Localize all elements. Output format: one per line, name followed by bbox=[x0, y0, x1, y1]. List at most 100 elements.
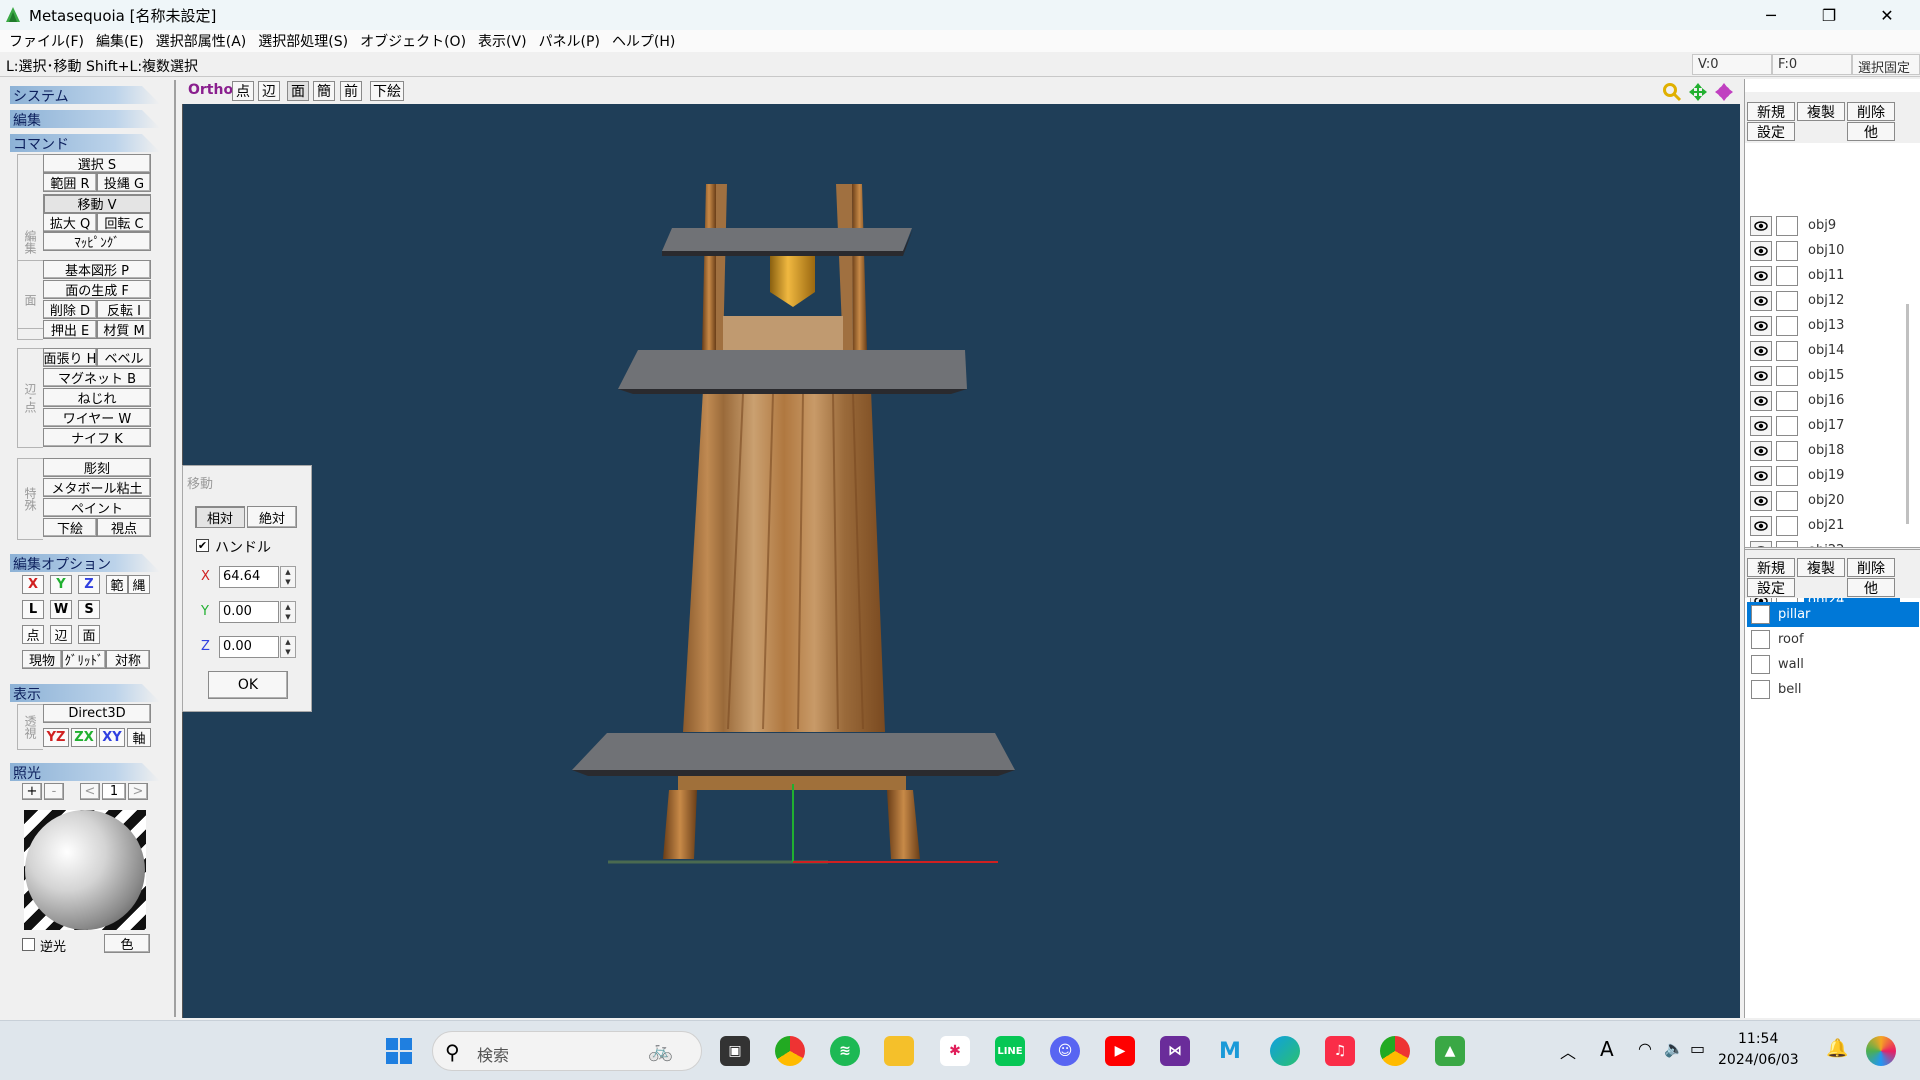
object-delete-button[interactable]: 削除 bbox=[1847, 102, 1895, 121]
battery-icon[interactable]: ▭ bbox=[1690, 1039, 1705, 1058]
absolute-tab[interactable]: 絶対 bbox=[247, 506, 297, 528]
ortho-toggle[interactable]: Ortho bbox=[188, 82, 233, 98]
object-row[interactable]: obj20 bbox=[1747, 488, 1919, 513]
menu-selection-process[interactable]: 選択部処理(S) bbox=[255, 31, 357, 51]
menu-panel[interactable]: パネル(P) bbox=[536, 31, 609, 51]
pan-icon[interactable] bbox=[1688, 82, 1708, 102]
lock-toggle[interactable] bbox=[1776, 465, 1798, 486]
object-name[interactable]: obj11 bbox=[1804, 266, 1900, 285]
lock-toggle[interactable] bbox=[1776, 515, 1798, 536]
handle-checkbox[interactable]: ✔ bbox=[196, 539, 209, 552]
lock-toggle[interactable] bbox=[1776, 265, 1798, 286]
x-field[interactable]: 64.64 bbox=[219, 566, 279, 588]
ok-button[interactable]: OK bbox=[208, 671, 288, 699]
object-row[interactable]: obj18 bbox=[1747, 438, 1919, 463]
point-select-toggle[interactable]: 点 bbox=[22, 625, 44, 644]
select-button[interactable]: 選択 S bbox=[43, 154, 151, 173]
discord-icon[interactable]: ☺ bbox=[1050, 1036, 1080, 1066]
material-row[interactable]: pillar bbox=[1747, 602, 1919, 627]
material-button[interactable]: 材質 M bbox=[97, 320, 151, 339]
close-button[interactable]: ✕ bbox=[1858, 0, 1916, 30]
chrome-icon[interactable] bbox=[775, 1036, 805, 1066]
eye-icon[interactable] bbox=[1750, 240, 1772, 261]
volume-icon[interactable]: 🔈 bbox=[1664, 1039, 1684, 1058]
object-name[interactable]: obj17 bbox=[1804, 416, 1900, 435]
eye-icon[interactable] bbox=[1750, 265, 1772, 286]
eye-icon[interactable] bbox=[1750, 515, 1772, 536]
relative-tab[interactable]: 相対 bbox=[195, 506, 245, 528]
face-generate-button[interactable]: 面の生成 F bbox=[43, 280, 151, 299]
lock-toggle[interactable] bbox=[1776, 365, 1798, 386]
clock-date[interactable]: 2024/06/03 bbox=[1718, 1052, 1799, 1068]
material-checkbox[interactable] bbox=[1751, 655, 1770, 674]
lock-toggle[interactable] bbox=[1776, 490, 1798, 511]
x-spinner[interactable]: ▲ ▼ bbox=[280, 566, 296, 588]
maximize-button[interactable]: ❐ bbox=[1800, 0, 1858, 30]
chrome-profile-icon[interactable] bbox=[1380, 1036, 1410, 1066]
material-settings-button[interactable]: 設定 bbox=[1747, 578, 1795, 597]
taskbar-search[interactable]: ⚲ 検索 🚲 bbox=[432, 1031, 702, 1071]
object-row[interactable]: obj14 bbox=[1747, 338, 1919, 363]
range-button[interactable]: 範囲 R bbox=[43, 173, 97, 192]
twist-button[interactable]: ねじれ bbox=[43, 388, 151, 407]
object-name[interactable]: obj9 bbox=[1804, 216, 1900, 235]
object-name[interactable]: obj21 bbox=[1804, 516, 1900, 535]
object-name[interactable]: obj10 bbox=[1804, 241, 1900, 260]
backlight-checkbox[interactable] bbox=[22, 938, 35, 951]
object-settings-button[interactable]: 設定 bbox=[1747, 122, 1795, 141]
material-copy-button[interactable]: 複製 bbox=[1797, 558, 1845, 577]
world-toggle[interactable]: W bbox=[50, 600, 72, 619]
menu-view[interactable]: 表示(V) bbox=[475, 31, 536, 51]
copilot-icon[interactable] bbox=[1866, 1036, 1896, 1066]
view-front-toggle[interactable]: 前 bbox=[340, 81, 362, 101]
object-row[interactable]: obj9 bbox=[1747, 213, 1919, 238]
selection-lock-button[interactable]: 選択固定 bbox=[1852, 54, 1920, 76]
material-new-button[interactable]: 新規 bbox=[1747, 558, 1795, 577]
menu-object[interactable]: オブジェクト(O) bbox=[357, 31, 475, 51]
spotify-icon[interactable]: ≋ bbox=[830, 1036, 860, 1066]
mapping-button[interactable]: ﾏｯﾋﾟﾝｸﾞ bbox=[43, 232, 151, 251]
task-view-icon[interactable]: ▣ bbox=[720, 1036, 750, 1066]
light-next-button[interactable]: > bbox=[128, 783, 148, 800]
grid-toggle[interactable]: ｸﾞﾘｯﾄﾞ bbox=[62, 650, 106, 669]
object-name[interactable]: obj16 bbox=[1804, 391, 1900, 410]
zoom-icon[interactable] bbox=[1662, 82, 1682, 102]
object-row[interactable]: obj10 bbox=[1747, 238, 1919, 263]
line-icon[interactable]: LINE bbox=[995, 1036, 1025, 1066]
menu-help[interactable]: ヘルプ(H) bbox=[609, 31, 684, 51]
flip-button[interactable]: 反転 I bbox=[97, 300, 151, 319]
screen-toggle[interactable]: S bbox=[78, 600, 100, 619]
object-row[interactable]: obj13 bbox=[1747, 313, 1919, 338]
menu-file[interactable]: ファイル(F) bbox=[6, 31, 93, 51]
eye-icon[interactable] bbox=[1750, 290, 1772, 311]
edge-select-toggle[interactable]: 辺 bbox=[50, 625, 72, 644]
scale-button[interactable]: 拡大 Q bbox=[43, 213, 97, 232]
material-other-button[interactable]: 他 bbox=[1847, 578, 1895, 597]
object-name[interactable]: obj15 bbox=[1804, 366, 1900, 385]
music-icon[interactable]: ♫ bbox=[1325, 1036, 1355, 1066]
lock-toggle[interactable] bbox=[1776, 215, 1798, 236]
eye-icon[interactable] bbox=[1750, 415, 1772, 436]
minimize-button[interactable]: ─ bbox=[1742, 0, 1800, 30]
object-row[interactable]: obj15 bbox=[1747, 363, 1919, 388]
view-zx-button[interactable]: ZX bbox=[71, 728, 97, 747]
slack-icon[interactable]: ✱ bbox=[940, 1036, 970, 1066]
object-name[interactable]: obj12 bbox=[1804, 291, 1900, 310]
section-lighting[interactable]: 照光 bbox=[10, 763, 160, 781]
file-explorer-icon[interactable] bbox=[884, 1036, 914, 1066]
range-toggle[interactable]: 範 bbox=[106, 575, 128, 594]
light-add-button[interactable]: + bbox=[22, 783, 42, 800]
object-name[interactable]: obj20 bbox=[1804, 491, 1900, 510]
object-list-scrollbar[interactable] bbox=[1906, 304, 1909, 524]
basic-shape-button[interactable]: 基本図形 P bbox=[43, 260, 151, 279]
z-field[interactable]: 0.00 bbox=[219, 636, 279, 658]
view-xy-button[interactable]: XY bbox=[99, 728, 125, 747]
youtube-icon[interactable]: ▶ bbox=[1105, 1036, 1135, 1066]
lock-toggle[interactable] bbox=[1776, 290, 1798, 311]
object-row[interactable]: obj21 bbox=[1747, 513, 1919, 538]
lasso-button[interactable]: 投縄 G bbox=[97, 173, 151, 192]
view-underlay-toggle[interactable]: 下絵 bbox=[370, 81, 404, 101]
section-edit-options[interactable]: 編集オプション bbox=[10, 554, 160, 572]
wire-button[interactable]: ワイヤー W bbox=[43, 408, 151, 427]
eye-icon[interactable] bbox=[1750, 315, 1772, 336]
